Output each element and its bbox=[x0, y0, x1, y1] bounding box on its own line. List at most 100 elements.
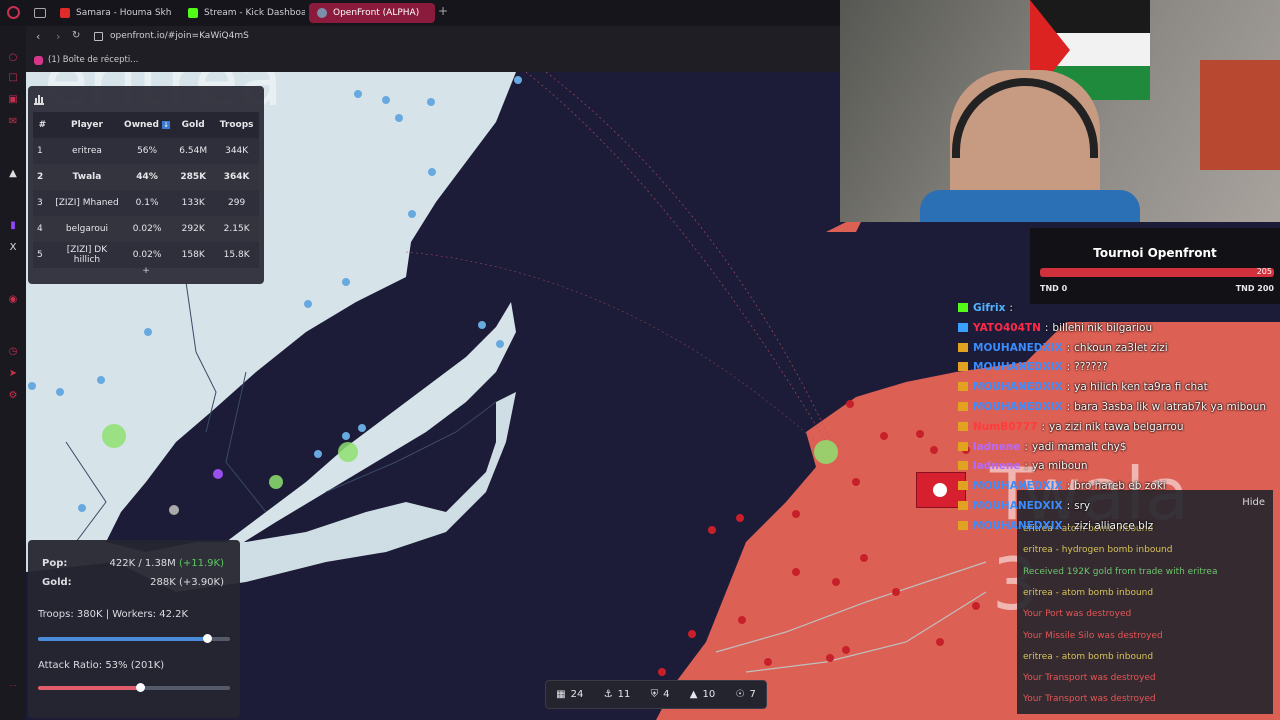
tab-openfront[interactable]: OpenFront (ALPHA) bbox=[309, 3, 435, 23]
troop-ratio-knob[interactable] bbox=[202, 634, 212, 643]
event-item: Your Missile Silo was destroyed bbox=[1023, 630, 1163, 641]
city-icon: ▦ bbox=[556, 689, 566, 700]
col-owned[interactable]: Owned ↓ bbox=[122, 112, 173, 138]
tab-kick[interactable]: Stream - Kick Dashboard bbox=[180, 3, 305, 23]
chat-separator: : bbox=[1066, 381, 1071, 394]
defense-count[interactable]: ⛨ 4 bbox=[651, 689, 670, 700]
x-icon[interactable]: X bbox=[7, 242, 19, 254]
event-item: Your Port was destroyed bbox=[1023, 609, 1132, 620]
badge-icon bbox=[958, 520, 968, 530]
chat-username[interactable]: YATO404TN bbox=[973, 322, 1041, 334]
send-icon[interactable]: ➤ bbox=[7, 368, 19, 380]
badge-icon bbox=[958, 362, 968, 372]
browser-logo-icon[interactable] bbox=[7, 6, 20, 19]
chat-username[interactable]: Gifrix bbox=[973, 302, 1005, 314]
wallet-icon[interactable]: ▣ bbox=[7, 94, 19, 106]
chat-message: Gifrix: bbox=[958, 302, 1017, 318]
col-troops[interactable]: Troops bbox=[214, 112, 259, 138]
chat-separator: : bbox=[1066, 480, 1071, 493]
settings-icon[interactable]: ⚙ bbox=[7, 390, 19, 402]
arrow-up-icon[interactable]: ▲ bbox=[7, 168, 19, 180]
col-gold[interactable]: Gold bbox=[172, 112, 215, 138]
chat-text: chkoun za3let zizi bbox=[1074, 341, 1168, 354]
table-row[interactable]: 3 [ZIZI] Mhaned 0.1% 133K 299 bbox=[33, 190, 259, 216]
chat-username[interactable]: MOUHANEDXIX bbox=[973, 520, 1063, 532]
chat-message: MOUHANEDXIX: zizi alliance blz bbox=[958, 520, 1153, 536]
leaderboard-header: # Player Owned ↓ Gold Troops bbox=[33, 112, 259, 138]
unit-marker bbox=[169, 505, 179, 515]
goal-min-label: TND 0 bbox=[1040, 284, 1068, 293]
chat-username[interactable]: MOUHANEDXIX bbox=[973, 401, 1063, 413]
missile-count[interactable]: ▲ 10 bbox=[690, 689, 715, 700]
bookmark-inbox[interactable]: (1) Boîte de récepti... bbox=[48, 55, 138, 65]
chat-username[interactable]: NumB0777 bbox=[973, 421, 1037, 433]
table-row[interactable]: 5 [ZIZI] DK hillich 0.02% 158K 15.8K bbox=[33, 242, 259, 268]
badge-icon bbox=[958, 342, 968, 352]
chat-username[interactable]: MOUHANEDXIX bbox=[973, 480, 1063, 492]
sam-count[interactable]: ☉ 7 bbox=[735, 689, 755, 700]
badge-icon bbox=[958, 402, 968, 411]
chat-username[interactable]: ladnene bbox=[973, 460, 1020, 472]
chat-username[interactable]: MOUHANEDXIX bbox=[973, 342, 1063, 354]
new-tab-button[interactable]: + bbox=[438, 4, 448, 18]
table-row[interactable]: 1 eritrea 56% 6.54M 344K bbox=[33, 138, 259, 164]
leaderboard-expand-button[interactable]: + bbox=[136, 266, 156, 276]
chat-message: MOUHANEDXIX:?????? bbox=[958, 361, 1108, 377]
chat-text: zizi alliance blz bbox=[1074, 519, 1154, 532]
player-icon[interactable]: ◉ bbox=[7, 294, 19, 306]
city-count[interactable]: ▦ 24 bbox=[556, 689, 583, 700]
badge-icon bbox=[958, 322, 968, 332]
leaderboard-panel: # Player Owned ↓ Gold Troops 1 eritrea 5… bbox=[28, 86, 264, 284]
mail-icon[interactable]: ✉ bbox=[7, 116, 19, 128]
more-icon[interactable]: ··· bbox=[7, 680, 19, 692]
goal-value: 205 bbox=[1256, 267, 1272, 276]
missile-silo-icon: ▲ bbox=[689, 689, 698, 700]
chat-message: MOUHANEDXIX: sry bbox=[958, 500, 1090, 516]
goal-progress-bar: 205 bbox=[1040, 267, 1274, 277]
chat-username[interactable]: MOUHANEDXIX bbox=[973, 500, 1063, 512]
kick-icon bbox=[188, 8, 198, 18]
clock-icon[interactable]: ◷ bbox=[7, 346, 19, 358]
table-row[interactable]: 2 Twala 44% 285K 364K bbox=[33, 164, 259, 190]
tab-youtube[interactable]: Samara - Houma Skh bbox=[52, 3, 172, 23]
troop-ratio-slider[interactable] bbox=[38, 633, 230, 645]
badge-icon bbox=[958, 441, 968, 451]
chat-username[interactable]: ladnene bbox=[973, 441, 1020, 453]
gold-value: 288K (+3.90K) bbox=[150, 577, 224, 588]
back-icon[interactable]: ‹ bbox=[36, 30, 40, 43]
sort-down-icon[interactable]: ↓ bbox=[162, 121, 171, 129]
twitch-icon[interactable]: ▮ bbox=[7, 220, 19, 232]
forward-icon[interactable]: › bbox=[56, 30, 60, 43]
lock-icon bbox=[94, 32, 103, 41]
leaderboard-chart-icon[interactable] bbox=[34, 94, 44, 105]
browser-side-rail: ○ □ ▣ ✉ ▲ ▮ X ◉ ◷ ➤ ⚙ ··· bbox=[0, 26, 26, 720]
explosion-marker bbox=[338, 442, 358, 462]
chat-text: sry bbox=[1074, 500, 1091, 512]
table-row[interactable]: 4 belgaroui 0.02% 292K 2.15K bbox=[33, 216, 259, 242]
sam-shield-icon: ☉ bbox=[735, 689, 745, 700]
attack-ratio-text: Attack Ratio: 53% (201K) bbox=[38, 660, 165, 671]
attack-ratio-knob[interactable] bbox=[135, 683, 145, 692]
reload-icon[interactable]: ↻ bbox=[72, 30, 80, 41]
url-text[interactable]: openfront.io/#join=KaWiQ4mS bbox=[110, 31, 249, 41]
attack-ratio-slider[interactable] bbox=[38, 682, 230, 694]
port-count[interactable]: ⚓ 11 bbox=[604, 689, 631, 700]
event-item: Your Transport was destroyed bbox=[1023, 673, 1156, 684]
chat-message: MOUHANEDXIX: bara 3asba lik w latrab7k ya… bbox=[958, 401, 1266, 417]
history-icon[interactable]: ○ bbox=[7, 52, 19, 64]
shopping-icon[interactable]: □ bbox=[7, 72, 19, 84]
window-decoration bbox=[1200, 60, 1280, 170]
tab-overview-icon[interactable] bbox=[34, 8, 46, 18]
pop-label: Pop: bbox=[42, 558, 68, 569]
chat-username[interactable]: MOUHANEDXIX bbox=[973, 361, 1063, 373]
shirt bbox=[920, 190, 1140, 222]
goal-max-label: TND 200 bbox=[1235, 284, 1274, 293]
event-item: eritrea - atom bomb inbound bbox=[1023, 651, 1154, 662]
attack-ratio-fill bbox=[38, 686, 140, 690]
event-item: Received 192K gold from trade with eritr… bbox=[1023, 566, 1218, 577]
badge-icon bbox=[958, 481, 968, 491]
badge-icon bbox=[958, 303, 968, 312]
shield-icon: ⛨ bbox=[650, 689, 659, 700]
youtube-icon bbox=[60, 8, 70, 18]
chat-username[interactable]: MOUHANEDXIX bbox=[973, 381, 1063, 393]
